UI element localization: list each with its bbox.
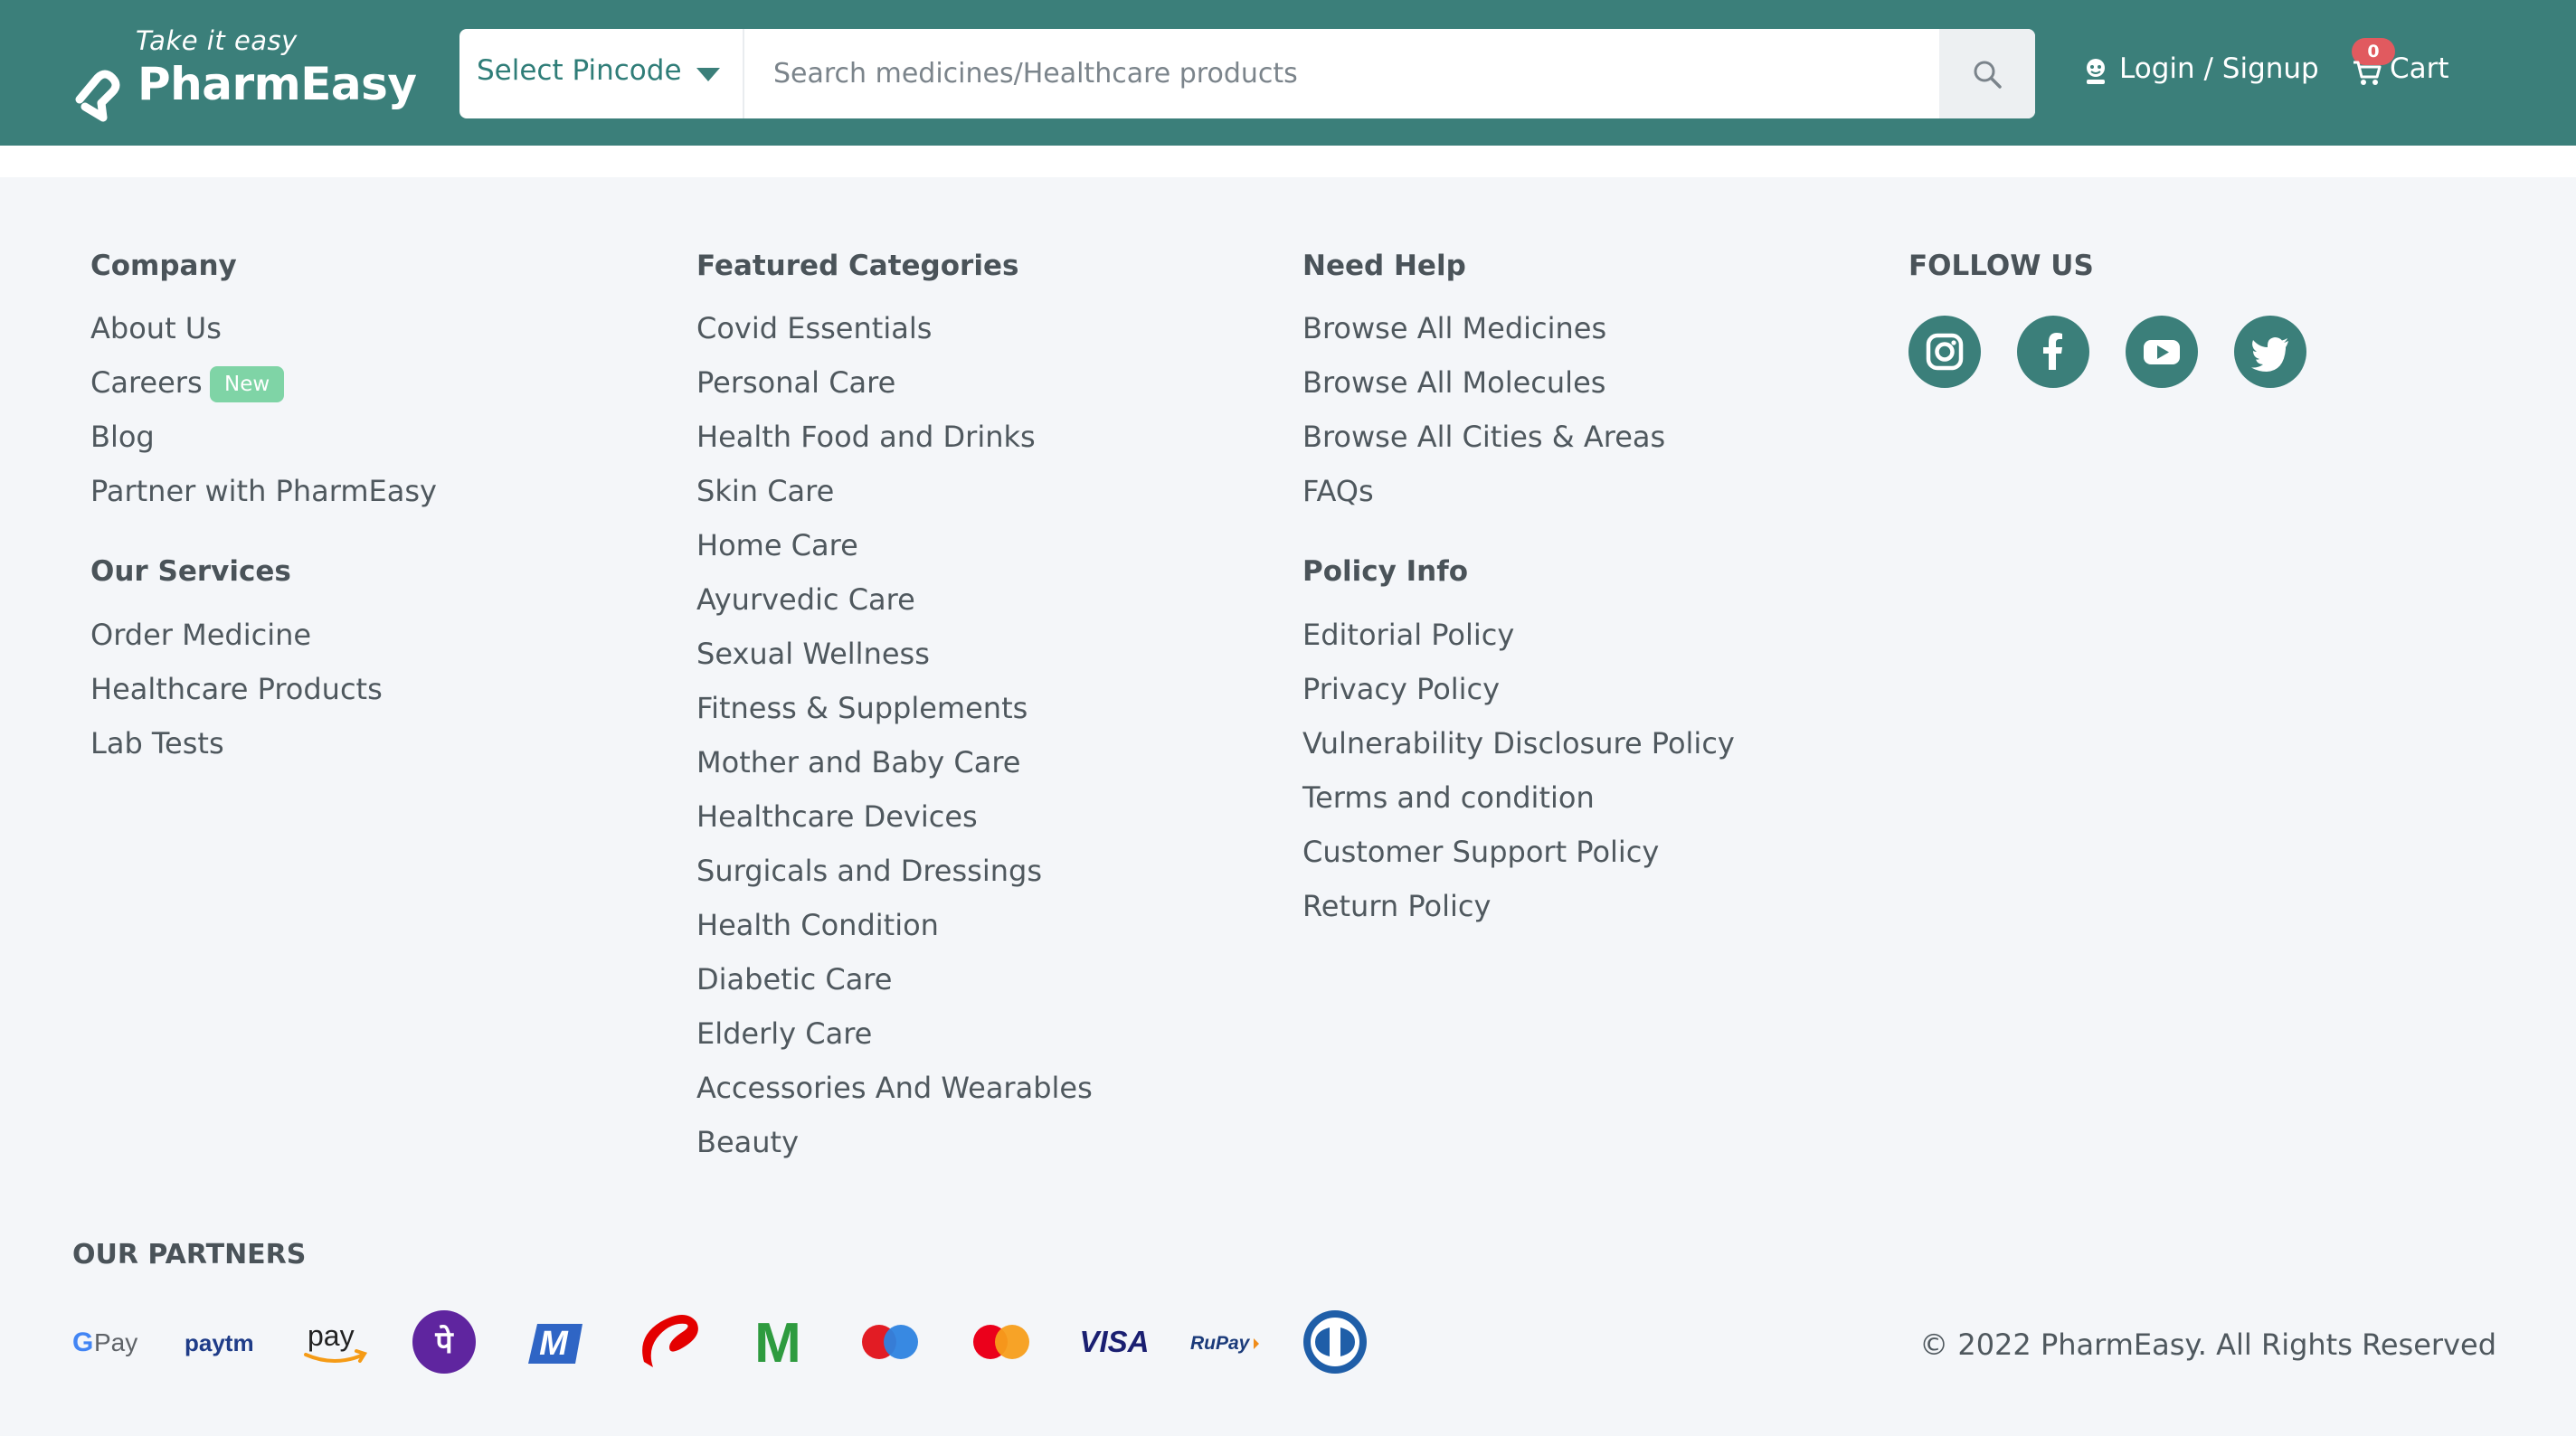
- partners-heading: OUR PARTNERS: [72, 1239, 307, 1271]
- link-category[interactable]: Health Food and Drinks: [696, 420, 1036, 454]
- phonepe-logo: पे: [412, 1309, 477, 1375]
- follow-heading: FOLLOW US: [1908, 250, 2094, 282]
- link-healthcare-products[interactable]: Healthcare Products: [90, 672, 383, 706]
- link-category[interactable]: Ayurvedic Care: [696, 582, 915, 617]
- link-category[interactable]: Beauty: [696, 1125, 799, 1159]
- link-category[interactable]: Covid Essentials: [696, 311, 932, 345]
- svg-text:पे: पे: [434, 1324, 454, 1361]
- rupay-logo: RuPay: [1189, 1309, 1263, 1375]
- pincode-dropdown[interactable]: Select Pincode: [459, 29, 744, 118]
- svg-text:RuPay: RuPay: [1190, 1333, 1251, 1354]
- link-editorial-policy[interactable]: Editorial Policy: [1302, 618, 1514, 652]
- link-support-policy[interactable]: Customer Support Policy: [1302, 835, 1659, 869]
- link-browse-cities[interactable]: Browse All Cities & Areas: [1302, 420, 1665, 454]
- copyright-text: © 2022 PharmEasy. All Rights Reserved: [1919, 1327, 2496, 1362]
- link-category[interactable]: Healthcare Devices: [696, 799, 978, 834]
- amazon-pay-logo: pay: [302, 1309, 369, 1375]
- link-category[interactable]: Personal Care: [696, 365, 895, 400]
- search-icon: [1974, 61, 2002, 89]
- site-footer: Company About Us Careers New Blog Partne…: [0, 177, 2576, 1436]
- link-category[interactable]: Diabetic Care: [696, 962, 892, 997]
- paytm-logo: paytm: [185, 1309, 257, 1375]
- diners-club-logo: [1301, 1309, 1369, 1375]
- svg-text:pay: pay: [308, 1319, 355, 1352]
- link-category[interactable]: Health Condition: [696, 908, 939, 942]
- link-about-us[interactable]: About Us: [90, 311, 222, 345]
- search-input[interactable]: [746, 29, 1949, 118]
- link-category[interactable]: Mother and Baby Care: [696, 745, 1020, 779]
- link-faqs[interactable]: FAQs: [1302, 474, 1374, 508]
- link-vulnerability-policy[interactable]: Vulnerability Disclosure Policy: [1302, 726, 1735, 761]
- link-return-policy[interactable]: Return Policy: [1302, 889, 1491, 923]
- link-category[interactable]: Sexual Wellness: [696, 637, 930, 671]
- link-order-medicine[interactable]: Order Medicine: [90, 618, 311, 652]
- policy-heading: Policy Info: [1302, 555, 1469, 588]
- svg-text:VISA: VISA: [1079, 1325, 1149, 1358]
- top-header: Take it easy PharmEasy Select Pincode L: [0, 0, 2576, 146]
- cart-label: Cart: [2390, 52, 2449, 85]
- link-browse-molecules[interactable]: Browse All Molecules: [1302, 365, 1605, 400]
- youtube-icon[interactable]: [2126, 316, 2198, 388]
- svg-text:paytm: paytm: [185, 1329, 254, 1356]
- mobikwik-logo: M: [523, 1309, 588, 1375]
- link-category[interactable]: Fitness & Supplements: [696, 691, 1028, 725]
- featured-heading: Featured Categories: [696, 250, 1019, 282]
- user-icon: [2087, 59, 2105, 84]
- login-label: Login / Signup: [2119, 52, 2319, 85]
- twitter-icon[interactable]: [2234, 316, 2306, 388]
- link-partner[interactable]: Partner with PharmEasy: [90, 474, 437, 508]
- link-privacy-policy[interactable]: Privacy Policy: [1302, 672, 1500, 706]
- link-category[interactable]: Skin Care: [696, 474, 834, 508]
- link-category[interactable]: Home Care: [696, 528, 858, 562]
- gpay-logo: G Pay: [72, 1309, 147, 1375]
- link-browse-medicines[interactable]: Browse All Medicines: [1302, 311, 1606, 345]
- link-category[interactable]: Elderly Care: [696, 1016, 872, 1051]
- link-lab-tests[interactable]: Lab Tests: [90, 726, 224, 761]
- company-heading: Company: [90, 250, 237, 282]
- svg-text:Pay: Pay: [94, 1328, 137, 1356]
- link-careers[interactable]: Careers: [90, 365, 203, 400]
- svg-text:G: G: [72, 1327, 93, 1357]
- pincode-label: Select Pincode: [477, 54, 682, 87]
- link-category[interactable]: Surgicals and Dressings: [696, 854, 1042, 888]
- maestro-logo: [857, 1309, 923, 1375]
- airtel-logo: [633, 1309, 702, 1375]
- pharmeasy-mark-icon: [75, 70, 120, 122]
- svg-text:M: M: [539, 1325, 569, 1363]
- facebook-icon[interactable]: [2017, 316, 2089, 388]
- pharmeasy-logo[interactable]: Take it easy PharmEasy: [71, 25, 417, 125]
- caret-down-icon: [696, 68, 720, 81]
- link-category[interactable]: Accessories And Wearables: [696, 1071, 1093, 1105]
- link-terms[interactable]: Terms and condition: [1302, 780, 1595, 815]
- services-heading: Our Services: [90, 555, 291, 588]
- logo-name: PharmEasy: [137, 58, 417, 110]
- mastercard-logo: [969, 1309, 1034, 1375]
- myntra-m-logo: M: [743, 1309, 812, 1375]
- logo-tagline: Take it easy: [136, 25, 298, 56]
- new-badge: New: [210, 366, 285, 402]
- svg-text:M: M: [754, 1312, 801, 1375]
- help-heading: Need Help: [1302, 250, 1466, 282]
- instagram-icon[interactable]: [1908, 316, 1981, 388]
- link-blog[interactable]: Blog: [90, 420, 155, 454]
- search-bar: Select Pincode: [459, 29, 2035, 118]
- visa-logo: VISA: [1078, 1309, 1151, 1375]
- cart-icon: [2353, 61, 2382, 85]
- cart-button[interactable]: 0 Cart: [2352, 38, 2469, 96]
- search-button[interactable]: [1939, 29, 2035, 118]
